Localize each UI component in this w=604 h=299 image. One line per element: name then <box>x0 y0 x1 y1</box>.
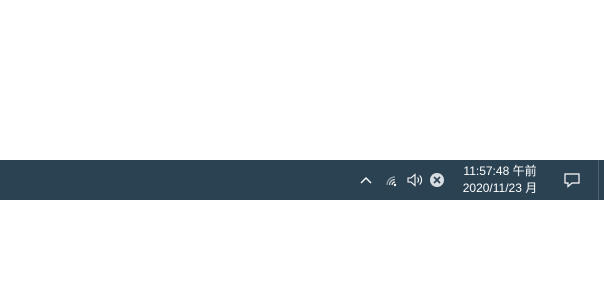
disk-read-label: R <box>335 215 343 230</box>
performance-monitor[interactable]: ↑ 48.4K ↑ 7.67K C 20.1% R 0 ↓ 321K ↓ 42.2K R 11.… <box>80 163 397 299</box>
perf-row-top: ↑ 48.4K ↑ 7.67K C 20.1% R 0 <box>80 197 397 230</box>
perf-row-bottom: ↓ 321K ↓ 42.2K R 11.4G W 112K <box>80 248 397 281</box>
clock-date: 2020/11/23 月 <box>462 181 538 195</box>
ram-label: R <box>265 266 273 281</box>
disk-write: W 112K <box>335 265 397 282</box>
disk-write-value: 112K <box>367 266 398 281</box>
show-desktop-button[interactable] <box>598 160 604 200</box>
cpu-usage: C 20.1% <box>265 214 335 231</box>
taskbar: ↑ 48.4K ↑ 7.67K C 20.1% R 0 ↓ 321K ↓ 42.2K R 11.… <box>0 160 604 281</box>
desktop-area <box>0 0 604 160</box>
network-down-speed: ↓ 321K <box>125 266 178 281</box>
network-upload-total: ↑ 7.67K <box>195 215 248 230</box>
cpu-value: 20.1% <box>281 215 319 230</box>
chevron-up-icon[interactable] <box>355 170 377 190</box>
action-center-icon[interactable] <box>560 170 584 190</box>
disk-write-label: W <box>335 266 343 281</box>
disk-read-value: 0 <box>389 215 398 230</box>
network-up-speed: ↑ 48.4K <box>125 215 178 230</box>
disk-read: R0 <box>335 214 397 231</box>
ram-usage: R 11.4G <box>265 265 335 282</box>
ram-value: 11.4G <box>281 266 319 281</box>
volume-icon[interactable] <box>404 170 426 190</box>
close-circle-icon[interactable] <box>426 170 448 190</box>
network-download-total: ↓ 42.2K <box>195 266 248 281</box>
cpu-label: C <box>265 215 273 230</box>
clock-time: 11:57:48 午前 <box>463 164 537 178</box>
wifi-icon[interactable] <box>382 170 404 190</box>
system-clock[interactable]: 11:57:48 午前 2020/11/23 月 <box>452 163 548 197</box>
